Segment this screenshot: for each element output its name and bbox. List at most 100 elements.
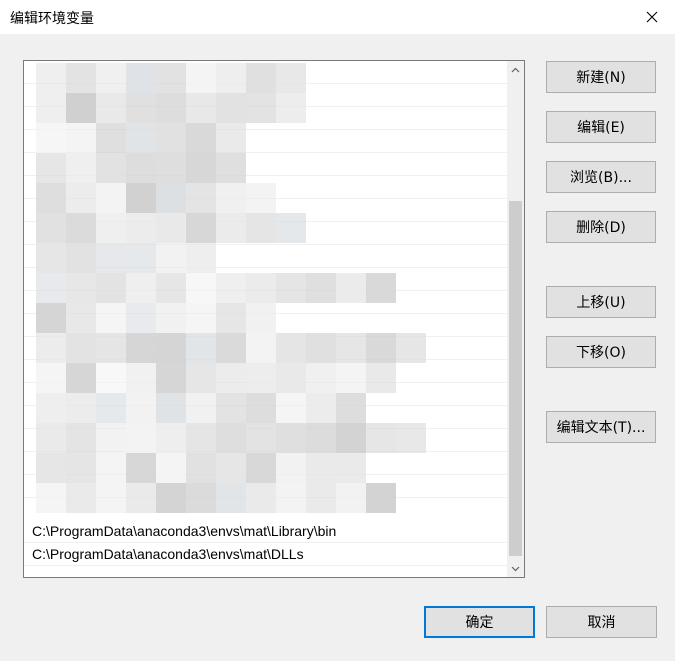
redaction-pixel: [216, 273, 246, 303]
title-bar: 编辑环境变量: [0, 0, 675, 34]
redaction-pixel: [36, 423, 66, 453]
redaction-pixel: [186, 333, 216, 363]
redaction-pixel: [156, 153, 186, 183]
delete-button[interactable]: 删除(D): [546, 211, 656, 243]
redaction-pixel: [276, 363, 306, 393]
redaction-pixel: [36, 213, 66, 243]
redaction-pixel: [96, 423, 126, 453]
cancel-button[interactable]: 取消: [546, 606, 657, 638]
redaction-pixel: [276, 273, 306, 303]
redaction-pixel: [66, 213, 96, 243]
redaction-pixel: [276, 333, 306, 363]
redaction-pixel: [96, 483, 126, 513]
redaction-pixel: [96, 213, 126, 243]
redaction-pixel: [336, 423, 366, 453]
redaction-pixel: [186, 363, 216, 393]
redaction-pixel: [126, 63, 156, 93]
browse-button[interactable]: 浏览(B)...: [546, 161, 656, 193]
chevron-up-icon: [511, 67, 520, 72]
redaction-pixel: [306, 363, 336, 393]
redaction-pixel: [246, 363, 276, 393]
redaction-pixel: [66, 423, 96, 453]
redaction-pixel: [156, 123, 186, 153]
redaction-pixel: [366, 273, 396, 303]
redaction-pixel: [276, 93, 306, 123]
redaction-pixel: [66, 303, 96, 333]
redaction-pixel: [36, 63, 66, 93]
redaction-pixel: [276, 393, 306, 423]
redaction-pixel: [246, 393, 276, 423]
redaction-pixel: [246, 453, 276, 483]
close-icon: [646, 11, 658, 23]
redaction-pixel: [186, 93, 216, 123]
redaction-pixel: [126, 393, 156, 423]
redaction-pixel: [126, 243, 156, 273]
redaction-pixel: [216, 123, 246, 153]
redaction-pixel: [126, 183, 156, 213]
path-list-item[interactable]: C:\ProgramData\anaconda3\envs\mat\Librar…: [24, 520, 507, 543]
redaction-pixel: [66, 453, 96, 483]
redaction-pixel: [96, 123, 126, 153]
redaction-pixel: [156, 483, 186, 513]
redaction-pixel: [66, 63, 96, 93]
redaction-pixel: [186, 483, 216, 513]
redaction-pixel: [36, 303, 66, 333]
ok-button[interactable]: 确定: [424, 606, 535, 638]
redaction-pixel: [36, 273, 66, 303]
redaction-pixel: [36, 483, 66, 513]
redaction-pixel: [66, 273, 96, 303]
redaction-pixel: [246, 213, 276, 243]
path-list[interactable]: C:\ProgramData\anaconda3\envs\mat\Librar…: [23, 60, 525, 578]
redaction-pixel: [186, 183, 216, 213]
redaction-pixel: [96, 93, 126, 123]
redaction-pixel: [216, 183, 246, 213]
redaction-pixel: [336, 273, 366, 303]
redaction-pixel: [246, 423, 276, 453]
edit-button[interactable]: 编辑(E): [546, 111, 656, 143]
redaction-pixel: [36, 123, 66, 153]
scrollbar-thumb[interactable]: [509, 201, 522, 556]
new-button[interactable]: 新建(N): [546, 61, 656, 93]
redacted-path-entries: [24, 61, 507, 521]
move-up-button[interactable]: 上移(U): [546, 286, 656, 318]
edit-text-button[interactable]: 编辑文本(T)...: [546, 411, 656, 443]
redaction-pixel: [156, 63, 186, 93]
scroll-up-button[interactable]: [507, 61, 524, 78]
redaction-pixel: [186, 273, 216, 303]
redaction-pixel: [216, 303, 246, 333]
redaction-pixel: [156, 393, 186, 423]
redaction-pixel: [66, 483, 96, 513]
redaction-pixel: [396, 333, 426, 363]
redaction-pixel: [366, 363, 396, 393]
redaction-pixel: [126, 423, 156, 453]
redaction-pixel: [96, 333, 126, 363]
move-down-button[interactable]: 下移(O): [546, 336, 656, 368]
redaction-pixel: [66, 333, 96, 363]
redaction-pixel: [126, 303, 156, 333]
redaction-pixel: [66, 363, 96, 393]
path-list-item[interactable]: C:\ProgramData\anaconda3\envs\mat\DLLs: [24, 543, 507, 566]
scroll-down-button[interactable]: [507, 560, 524, 577]
redaction-pixel: [126, 213, 156, 243]
redaction-pixel: [276, 63, 306, 93]
redaction-pixel: [246, 483, 276, 513]
redaction-pixel: [366, 483, 396, 513]
redaction-pixel: [216, 393, 246, 423]
redaction-pixel: [246, 93, 276, 123]
redaction-pixel: [126, 153, 156, 183]
redaction-pixel: [216, 93, 246, 123]
redaction-pixel: [96, 363, 126, 393]
redaction-pixel: [186, 303, 216, 333]
redaction-pixel: [36, 363, 66, 393]
redaction-pixel: [366, 423, 396, 453]
redaction-pixel: [126, 453, 156, 483]
redaction-pixel: [306, 453, 336, 483]
vertical-scrollbar[interactable]: [507, 61, 524, 577]
redaction-pixel: [126, 363, 156, 393]
redaction-pixel: [36, 333, 66, 363]
redaction-pixel: [126, 483, 156, 513]
redaction-pixel: [36, 393, 66, 423]
close-button[interactable]: [629, 0, 675, 34]
redaction-pixel: [216, 333, 246, 363]
redaction-pixel: [66, 183, 96, 213]
